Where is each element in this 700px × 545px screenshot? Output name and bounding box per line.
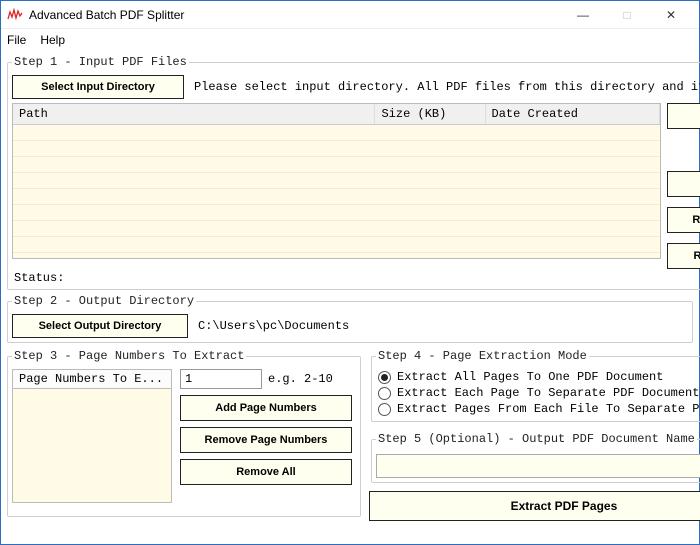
step4-legend: Step 4 - Page Extraction Mode — [376, 349, 589, 363]
remove-page-numbers-button[interactable]: Remove Page Numbers — [180, 427, 352, 453]
radio-extract-from-each[interactable]: Extract Pages From Each File To Separate… — [376, 401, 700, 417]
table-row — [13, 237, 660, 253]
radio-label: Extract Pages From Each File To Separate… — [397, 402, 700, 416]
col-path[interactable]: Path — [13, 104, 375, 124]
select-output-directory-button[interactable]: Select Output Directory — [12, 314, 188, 338]
file-grid[interactable]: Path Size (KB) Date Created — [12, 103, 661, 259]
step5-group: Step 5 (Optional) - Output PDF Document … — [371, 432, 700, 483]
table-row — [13, 221, 660, 237]
add-pdf-file-button[interactable]: Add PDF File — [667, 171, 700, 197]
page-numbers-hint: e.g. 2-10 — [268, 372, 333, 386]
app-icon — [7, 7, 23, 23]
populate-grid-button[interactable]: Populate Grid — [667, 103, 700, 129]
add-page-numbers-button[interactable]: Add Page Numbers — [180, 395, 352, 421]
close-button[interactable]: ✕ — [649, 5, 693, 25]
titlebar: Advanced Batch PDF Splitter — □ ✕ — [1, 1, 699, 29]
remove-pdf-file-button[interactable]: Remove PDF File — [667, 207, 700, 233]
step5-legend: Step 5 (Optional) - Output PDF Document … — [376, 432, 697, 446]
radio-extract-all[interactable]: Extract All Pages To One PDF Document — [376, 369, 700, 385]
menu-help[interactable]: Help — [40, 33, 65, 47]
step1-hint: Please select input directory. All PDF f… — [194, 80, 700, 94]
step1-legend: Step 1 - Input PDF Files — [12, 55, 189, 69]
grid-body — [13, 125, 660, 258]
remove-all-files-button[interactable]: Remove All Files — [667, 243, 700, 269]
step2-legend: Step 2 - Output Directory — [12, 294, 196, 308]
page-numbers-input[interactable] — [180, 369, 262, 389]
table-row — [13, 157, 660, 173]
radio-icon — [378, 371, 391, 384]
extract-pdf-pages-button[interactable]: Extract PDF Pages — [369, 491, 700, 521]
window-title: Advanced Batch PDF Splitter — [29, 8, 561, 22]
radio-label: Extract Each Page To Separate PDF Docume… — [397, 386, 699, 400]
menu-file[interactable]: File — [7, 33, 26, 47]
menubar: File Help — [1, 29, 699, 51]
select-input-directory-button[interactable]: Select Input Directory — [12, 75, 184, 99]
output-name-input[interactable] — [376, 454, 700, 478]
table-row — [13, 141, 660, 157]
table-row — [13, 125, 660, 141]
minimize-button[interactable]: — — [561, 5, 605, 25]
col-size[interactable]: Size (KB) — [375, 104, 485, 124]
radio-extract-each[interactable]: Extract Each Page To Separate PDF Docume… — [376, 385, 700, 401]
step2-group: Step 2 - Output Directory Select Output … — [7, 294, 693, 343]
radio-label: Extract All Pages To One PDF Document — [397, 370, 663, 384]
status-label: Status: — [12, 269, 700, 285]
col-date[interactable]: Date Created — [486, 104, 661, 124]
table-row — [13, 189, 660, 205]
step3-legend: Step 3 - Page Numbers To Extract — [12, 349, 246, 363]
table-row — [13, 173, 660, 189]
step1-group: Step 1 - Input PDF Files Select Input Di… — [7, 55, 700, 290]
radio-icon — [378, 387, 391, 400]
grid-header: Path Size (KB) Date Created — [13, 104, 660, 125]
remove-all-page-numbers-button[interactable]: Remove All — [180, 459, 352, 485]
radio-icon — [378, 403, 391, 416]
step3-group: Step 3 - Page Numbers To Extract Page Nu… — [7, 349, 361, 517]
page-numbers-list-header[interactable]: Page Numbers To E... — [12, 369, 172, 389]
table-row — [13, 205, 660, 221]
step4-group: Step 4 - Page Extraction Mode Extract Al… — [371, 349, 700, 422]
maximize-button[interactable]: □ — [605, 5, 649, 25]
output-path: C:\Users\pc\Documents — [198, 319, 349, 333]
page-numbers-list[interactable] — [12, 389, 172, 503]
